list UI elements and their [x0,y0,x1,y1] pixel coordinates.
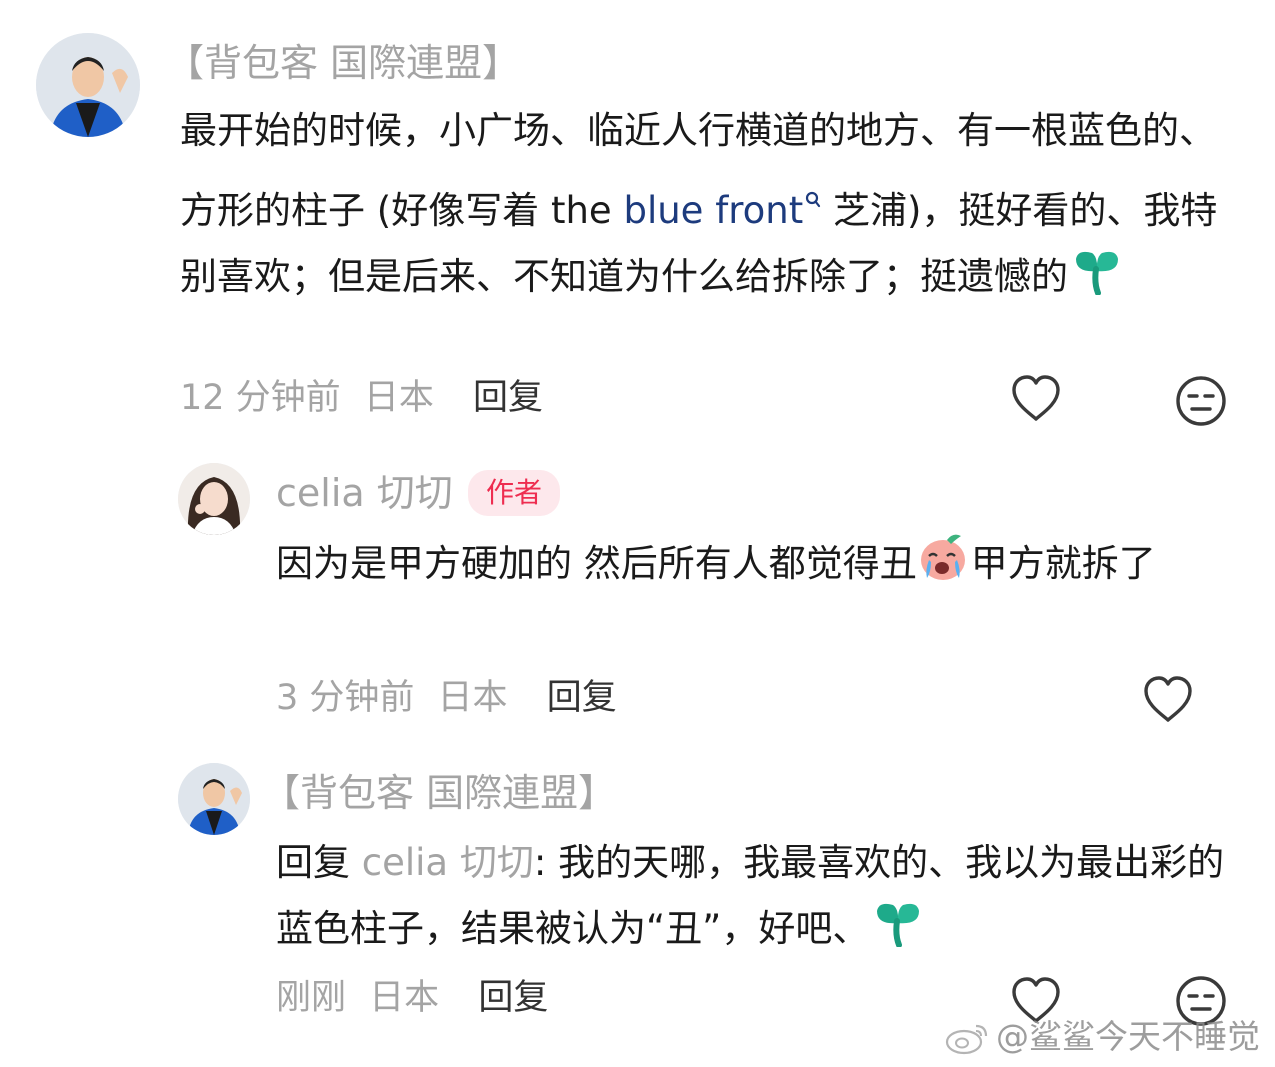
reply-username[interactable]: 【背包客 国際連盟】 [262,770,616,816]
reply-time: 3 分钟前 [276,678,415,718]
comment-text: 最开始的时候，小广场、临近人行横道的地方、有一根蓝色的、方形的柱子 (好像写着 … [180,98,1240,316]
comment-username[interactable]: 【背包客 国際連盟】 [166,40,520,86]
reply-text: 因为是甲方硬加的 然后所有人都觉得丑 甲方就拆了 [276,530,1236,603]
reply-time: 刚刚 [276,978,347,1018]
comment-time: 12 分钟前 [180,378,341,418]
like-button[interactable] [1010,374,1062,424]
reply-button[interactable]: 回复 [473,378,543,418]
heart-outline-icon [1012,375,1060,421]
avatar[interactable] [36,33,140,137]
avatar[interactable] [178,463,250,535]
watermark: @鲨鲨今天不睡觉 [996,1017,1260,1056]
heart-outline-icon [1144,676,1192,722]
reply-to-username[interactable]: celia 切切 [362,841,534,884]
author-badge: 作者 [468,470,561,516]
sprout-emoji-icon [873,901,923,968]
reply-text-part: 因为是甲方硬加的 然后所有人都觉得丑 [276,542,917,585]
reply-prefix: 回复 [276,841,362,884]
search-hint-icon[interactable] [805,164,821,230]
unamused-face-icon [1176,376,1226,426]
crying-face-emoji-icon [917,530,971,603]
avatar[interactable] [178,763,250,835]
reply-text: 回复 celia 切切: 我的天哪，我最喜欢的、我以为最出彩的蓝色柱子，结果被认… [276,830,1236,968]
sprout-emoji-icon [1072,249,1122,316]
comment-meta: 12 分钟前 日本 回复 [180,376,543,420]
reply-button[interactable]: 回复 [547,678,617,718]
reply-button[interactable]: 回复 [478,978,548,1018]
comment-location: 日本 [363,378,434,418]
reply-location: 日本 [437,678,508,718]
reply-meta: 3 分钟前 日本 回复 [276,676,617,720]
reply-location: 日本 [369,978,440,1018]
reply-username[interactable]: celia 切切 [276,470,453,516]
dislike-button[interactable] [1174,374,1228,428]
reply-text-part: 甲方就拆了 [970,542,1156,585]
weibo-logo-icon [944,1020,992,1056]
search-link[interactable]: blue front [623,189,803,232]
reply-meta: 刚刚 日本 回复 [276,976,548,1020]
like-button[interactable] [1142,675,1194,725]
